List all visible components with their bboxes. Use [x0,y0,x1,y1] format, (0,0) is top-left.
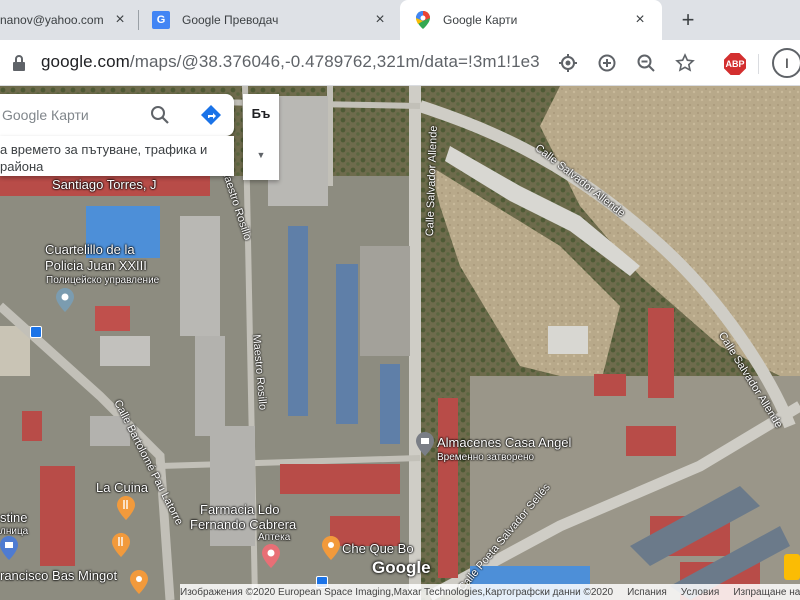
tab-strip: nanov@yahoo.com - Ya × G Google Преводач… [0,0,800,40]
traffic-info-panel[interactable]: а времето за пътуване, трафика и района [0,136,234,176]
lock-icon[interactable] [12,54,26,72]
adblock-plus-icon[interactable]: ABP [724,53,746,75]
map-label-santiago[interactable]: Santiago Torres, J [52,177,157,192]
tab-label: Google Карти [443,13,518,27]
tab-separator [138,10,139,30]
hospital-pin-icon[interactable] [0,536,18,560]
info-line: а времето за пътуване, трафика и [0,142,208,157]
profile-avatar[interactable]: I [772,48,800,78]
google-logo: Google [372,558,431,577]
feedback-link[interactable]: Изпращане на отзи [733,587,800,598]
google-maps-icon [416,11,430,29]
tab-yahoo[interactable]: nanov@yahoo.com - Ya × [0,0,136,40]
bookmark-star-icon[interactable] [674,52,696,74]
street-view-pegman-icon[interactable] [784,554,800,580]
restaurant-pin-icon[interactable] [112,533,130,557]
map-label-pharmacy: Аптека [258,532,291,543]
tab-google-translate[interactable]: G Google Преводач × [140,0,398,40]
url-bar[interactable]: google.com/maps/@38.376046,-0.4789762,32… [41,52,540,72]
info-line: района [0,159,44,174]
zoom-out-icon[interactable] [635,52,657,74]
map-label-la-cuina[interactable]: La Cuina [96,480,148,495]
map-footer: Изображения ©2020 European Space Imaging… [180,584,800,600]
layer-button[interactable]: Бъ ▼ [243,94,279,180]
toolbar-separator [758,54,759,74]
zoom-in-icon[interactable] [596,52,618,74]
location-icon[interactable] [557,52,579,74]
directions-icon[interactable] [200,104,222,126]
close-icon[interactable]: × [112,12,128,28]
close-icon[interactable]: × [372,12,388,28]
layer-button-label: Бъ [251,106,271,121]
map-label-almacenes[interactable]: Almacenes Casa Angel [437,435,571,450]
map-label-cuartelillo[interactable]: Cuartelillo de la [45,242,135,257]
search-input[interactable]: Google Карти [2,107,89,123]
map-label-che-que-bo[interactable]: Che Que Bo [342,541,414,556]
chevron-down-icon[interactable]: ▼ [243,150,279,160]
pharmacy-pin-icon[interactable] [262,544,280,568]
police-station-pin-icon[interactable] [56,288,74,312]
bus-stop-icon[interactable] [30,326,42,338]
restaurant-pin-icon[interactable] [130,570,148,594]
terms-link[interactable]: Условия [681,587,720,598]
map-label-police-station[interactable]: Полицейско управление [46,275,159,286]
url-host: google.com [41,52,130,71]
tab-google-maps[interactable]: Google Карти × [400,0,662,40]
map-label-bas-mingot[interactable]: rancisco Bas Mingot [0,568,117,583]
map-label-stine[interactable]: stine [0,510,27,525]
search-icon[interactable] [150,105,170,125]
map-label-almacenes-status: Временно затворено [437,452,535,463]
restaurant-pin-icon[interactable] [117,496,135,520]
country-link[interactable]: Испания [627,587,667,598]
new-tab-button[interactable]: + [676,8,700,32]
close-icon[interactable]: × [632,12,648,28]
restaurant-pin-icon[interactable] [322,536,340,560]
url-path: /maps/@38.376046,-0.4789762,321m/data=!3… [129,52,540,71]
maps-search-box[interactable]: Google Карти [0,94,234,136]
google-translate-icon: G [152,11,170,29]
address-toolbar: google.com/maps/@38.376046,-0.4789762,32… [0,40,800,86]
map-label-farmacia[interactable]: Farmacia Ldo [200,502,279,517]
store-pin-icon[interactable] [416,432,434,456]
map-label-farmacia-2[interactable]: Fernando Cabrera [190,517,296,532]
tab-label: nanov@yahoo.com - Ya [0,13,104,27]
map-label-cuartelillo-2[interactable]: Policia Juan XXIII [45,258,147,273]
tab-label: Google Преводач [182,13,279,27]
attribution-text: Изображения ©2020 European Space Imaging… [180,586,614,598]
